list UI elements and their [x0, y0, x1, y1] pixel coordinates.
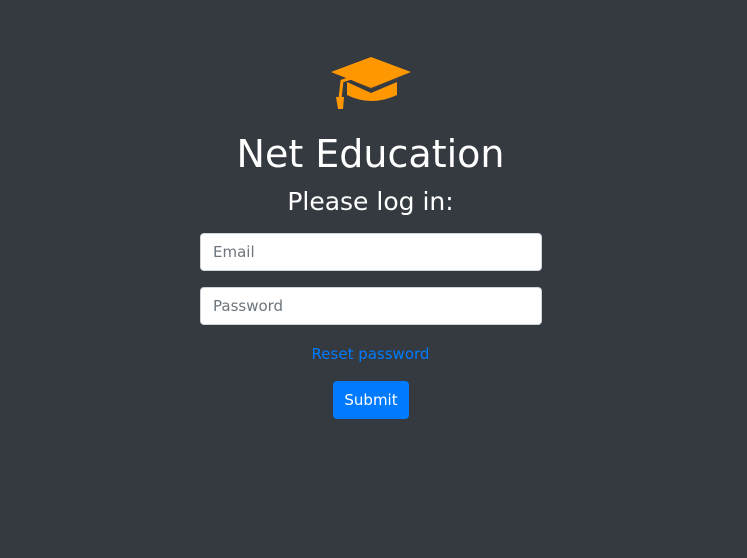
login-page: Net Education Please log in: Reset passw…: [0, 0, 747, 558]
reset-password-link[interactable]: Reset password: [0, 344, 741, 364]
submit-button[interactable]: Submit: [333, 381, 409, 419]
login-prompt: Please log in:: [287, 187, 454, 216]
app-title: Net Education: [236, 132, 505, 176]
email-field[interactable]: [200, 233, 542, 271]
graduation-cap-icon: [330, 55, 412, 113]
password-field[interactable]: [200, 287, 542, 325]
